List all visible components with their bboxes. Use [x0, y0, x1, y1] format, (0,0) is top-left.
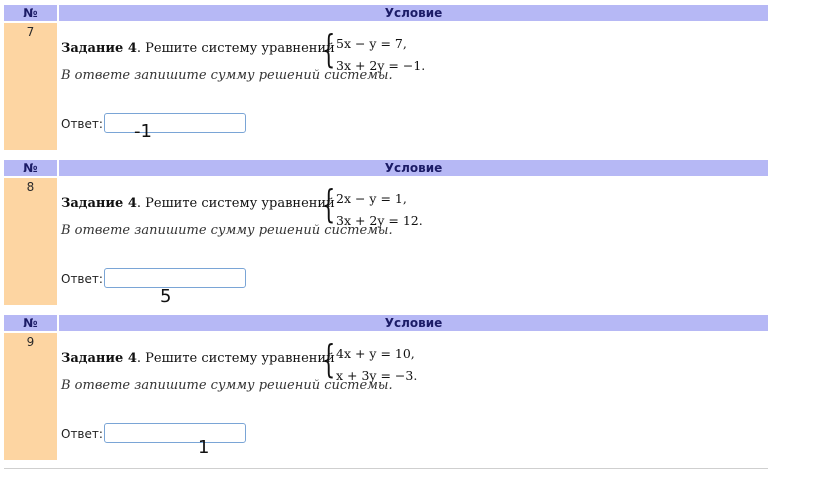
- task-block: № Условие 9 Задание 4. Решите систему ур…: [4, 315, 768, 465]
- task-number: 9: [4, 333, 57, 460]
- brace-symbol: {: [322, 182, 336, 226]
- task-number: 7: [4, 23, 57, 150]
- answer-input[interactable]: [104, 113, 246, 133]
- task-text: . Решите систему уравнений: [136, 41, 335, 56]
- task-statement: Задание 4. Решите систему уравнений: [61, 196, 335, 211]
- task-title: Задание 4: [61, 351, 137, 366]
- condition-column-header: Условие: [59, 5, 768, 21]
- task-title: Задание 4: [61, 196, 137, 211]
- task-title: Задание 4: [61, 41, 137, 56]
- task-statement: Задание 4. Решите систему уравнений: [61, 41, 335, 56]
- condition-column-header: Условие: [59, 160, 768, 176]
- number-column-header: №: [4, 160, 57, 176]
- equation-system: { 4x + y = 10, x + 3y = −3.: [322, 339, 432, 383]
- answer-label: Ответ:: [61, 272, 103, 286]
- answer-value: -1: [134, 121, 152, 142]
- task-block: № Условие 7 Задание 4. Решите систему ур…: [4, 5, 768, 155]
- task-note: В ответе запишите сумму решений системы.: [61, 378, 393, 393]
- bottom-divider: [4, 468, 768, 469]
- task-block: № Условие 8 Задание 4. Решите систему ур…: [4, 160, 768, 310]
- answer-input[interactable]: [104, 423, 246, 443]
- answer-value: 5: [160, 286, 172, 307]
- answer-value: 1: [198, 437, 210, 458]
- answer-label: Ответ:: [61, 427, 103, 441]
- task-statement: Задание 4. Решите систему уравнений: [61, 351, 335, 366]
- equation-1: 4x + y = 10,: [336, 346, 415, 361]
- task-number: 8: [4, 178, 57, 305]
- equation-1: 2x − y = 1,: [336, 191, 407, 206]
- equation-system: { 5x − y = 7, 3x + 2y = −1.: [322, 29, 432, 73]
- equation-system: { 2x − y = 1, 3x + 2y = 12.: [322, 184, 432, 228]
- brace-symbol: {: [322, 27, 336, 71]
- task-text: . Решите систему уравнений: [136, 351, 335, 366]
- number-column-header: №: [4, 5, 57, 21]
- condition-column-header: Условие: [59, 315, 768, 331]
- answer-input[interactable]: [104, 268, 246, 288]
- number-column-header: №: [4, 315, 57, 331]
- equation-1: 5x − y = 7,: [336, 36, 407, 51]
- task-text: . Решите систему уравнений: [136, 196, 335, 211]
- task-note: В ответе запишите сумму решений системы.: [61, 223, 393, 238]
- answer-label: Ответ:: [61, 117, 103, 131]
- brace-symbol: {: [322, 337, 336, 381]
- task-note: В ответе запишите сумму решений системы.: [61, 68, 393, 83]
